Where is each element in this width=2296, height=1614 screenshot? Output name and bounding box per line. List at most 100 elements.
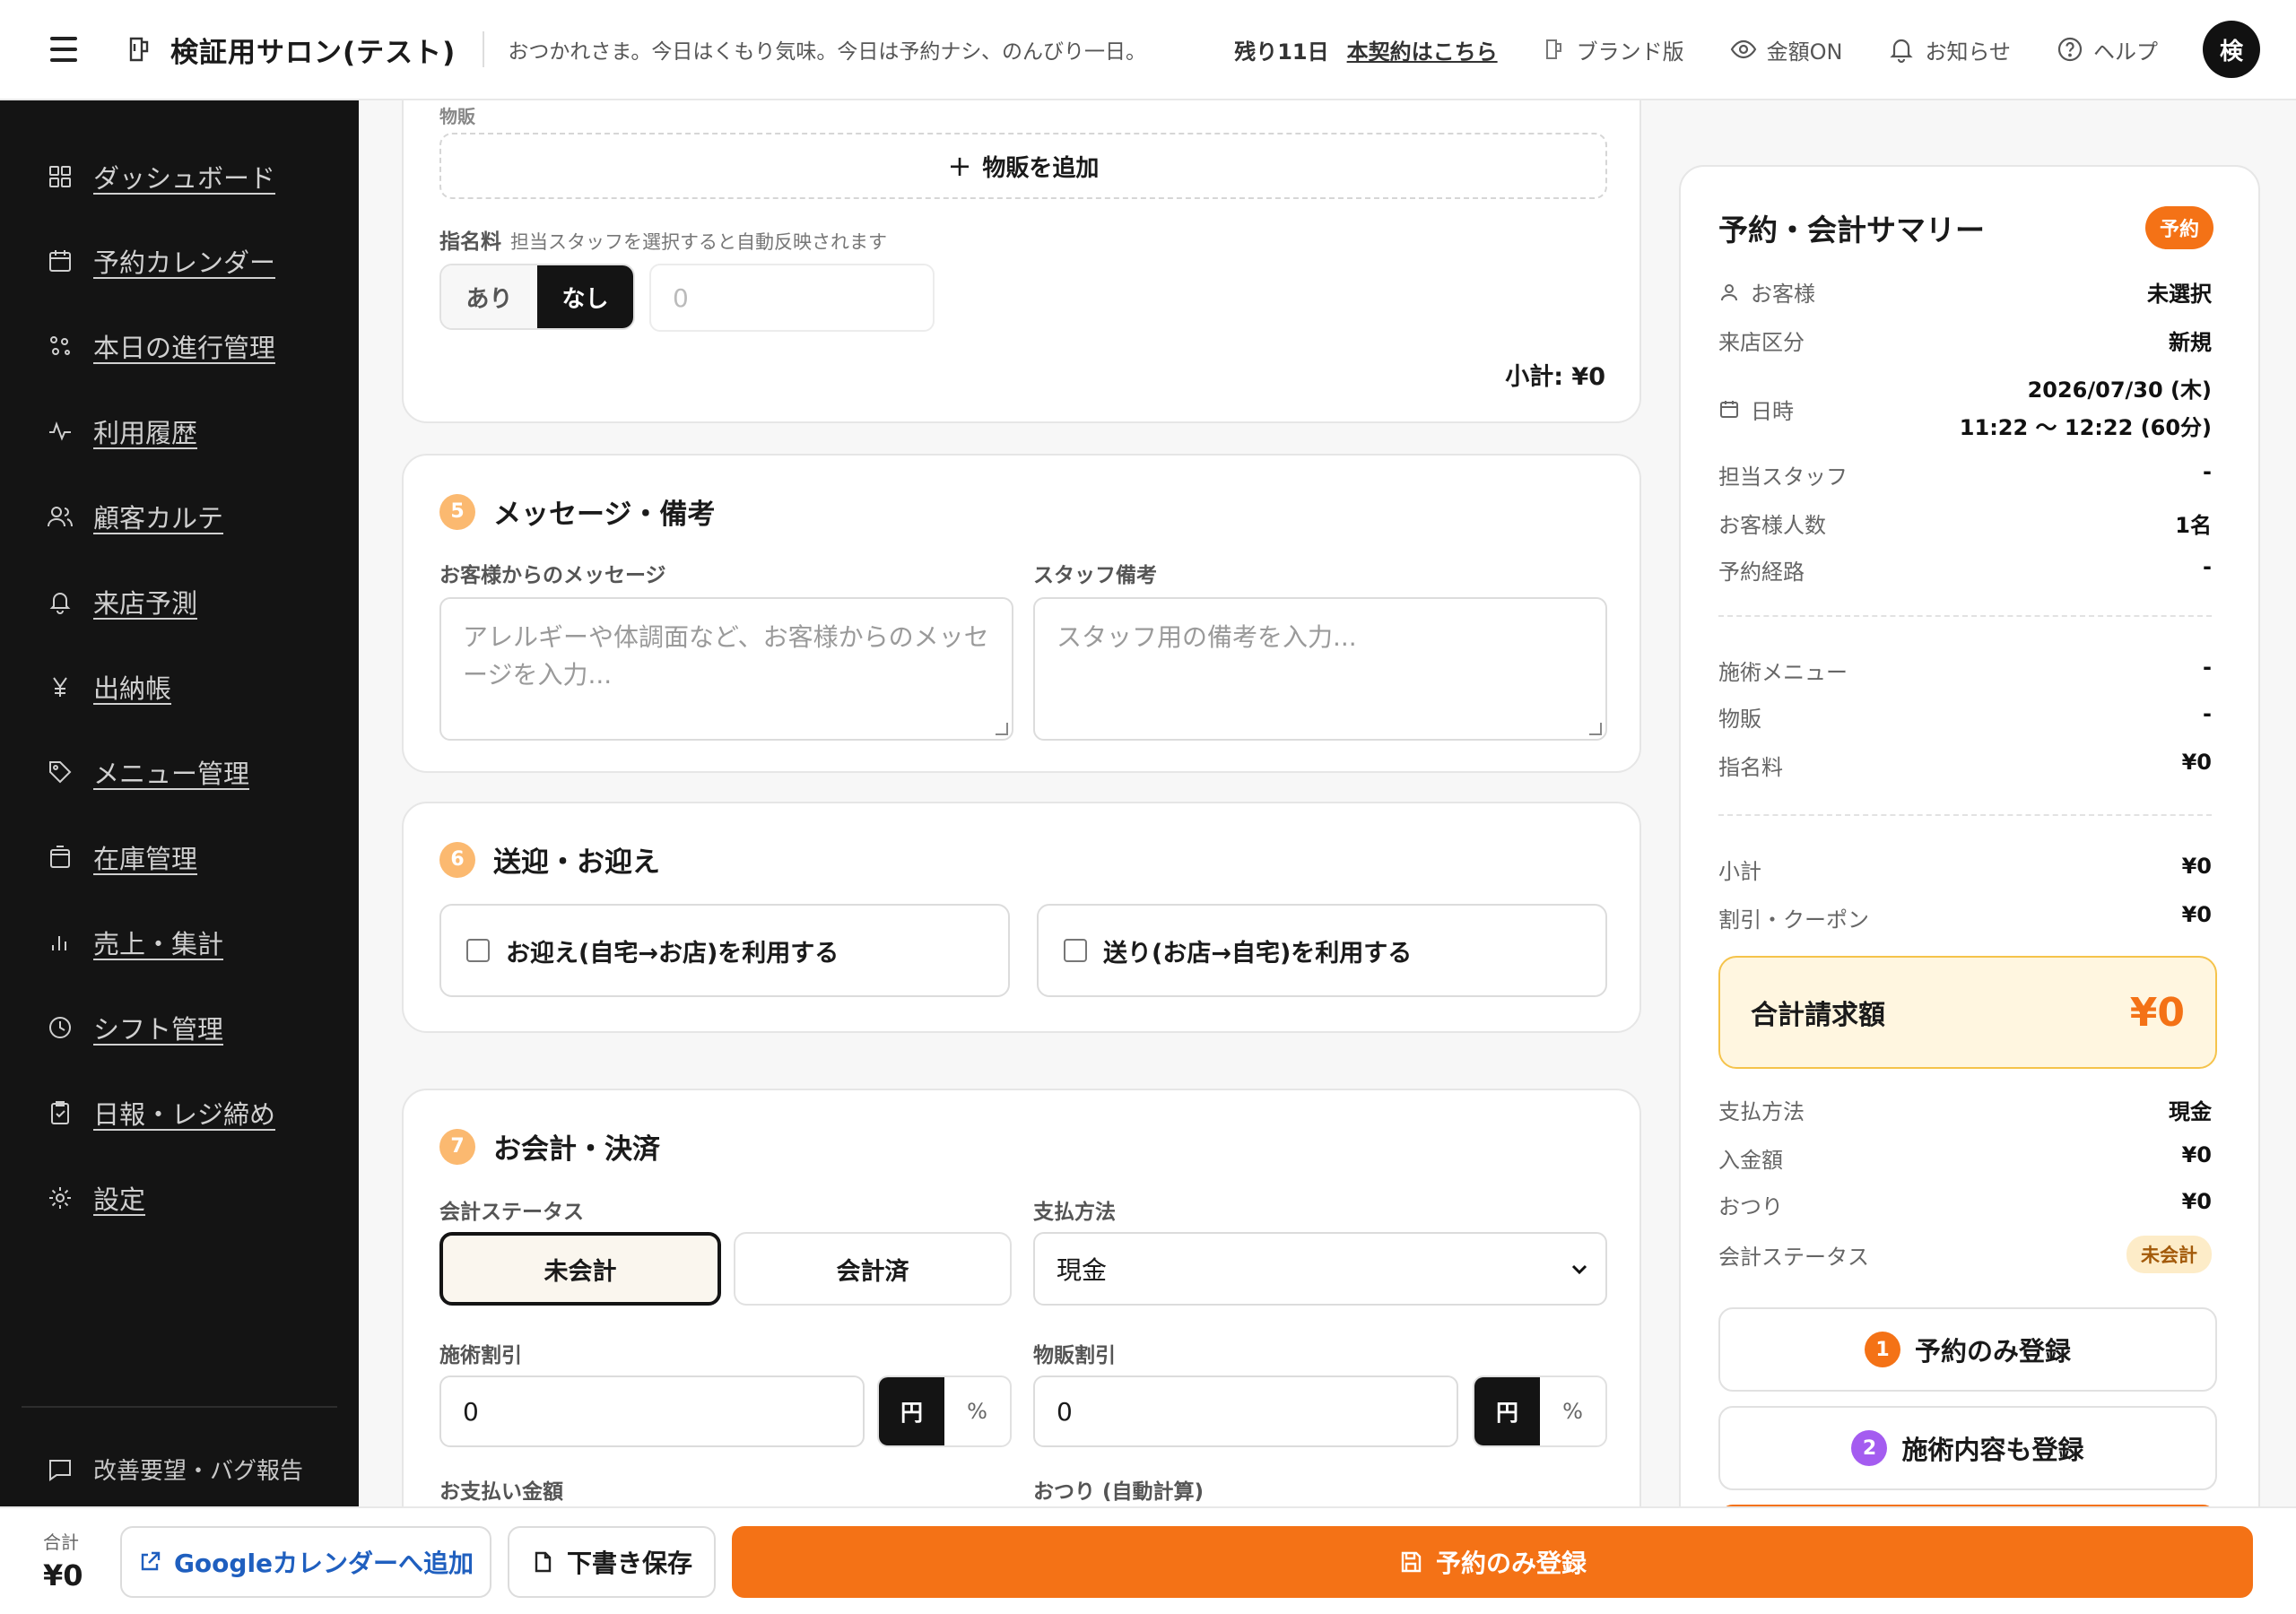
- unit-yen-button[interactable]: 円: [879, 1377, 944, 1445]
- service-discount-input[interactable]: 0: [439, 1375, 865, 1447]
- sidebar: ダッシュボード 予約カレンダー 本日の進行管理 利用履歴 顧客カルテ 来店予測 …: [0, 100, 359, 1506]
- payment-method-label: 支払方法: [1033, 1201, 1116, 1224]
- notifications-label: お知らせ: [1925, 39, 2011, 65]
- dropoff-checkbox-option[interactable]: 送り(お店→自宅)を利用する: [1037, 904, 1607, 997]
- goods-discount-unit-toggle: 円 %: [1473, 1375, 1607, 1447]
- grid-icon: [49, 166, 71, 187]
- sidebar-item-ledger[interactable]: 出納帳: [47, 668, 171, 706]
- nomination-label-text: 指名料: [439, 230, 501, 254]
- sidebar-item-label: 顧客カルテ: [93, 503, 224, 534]
- chat-icon: [49, 1459, 71, 1481]
- section-number-badge: 6: [439, 841, 475, 878]
- upgrade-link[interactable]: 本契約はこちら: [1347, 34, 1498, 65]
- staff-note-label: スタッフ備考: [1033, 564, 1157, 587]
- service-discount-unit-toggle: 円 %: [877, 1375, 1012, 1447]
- sidebar-item-label: 設定: [93, 1184, 146, 1215]
- sidebar-item-progress[interactable]: 本日の進行管理: [47, 327, 275, 365]
- google-calendar-button[interactable]: Googleカレンダーへ追加: [120, 1526, 491, 1598]
- sidebar-item-label: 利用履歴: [93, 418, 198, 448]
- summary-method-value: 現金: [2169, 1099, 2212, 1124]
- staff-note-textarea[interactable]: スタッフ用の備考を入力...: [1033, 597, 1607, 741]
- summary-time-value: 11:22 〜 12:22 (60分): [1959, 415, 2212, 440]
- greeting-text: おつかれさま。今日はくもり気味。今日は予約ナシ、のんびり一日。: [508, 40, 1146, 64]
- sidebar-item-label: 日報・レジ締め: [93, 1099, 276, 1130]
- dropoff-label: 送り(お店→自宅)を利用する: [1103, 939, 1413, 968]
- nomination-no-button[interactable]: なし: [537, 265, 633, 328]
- unit-yen-button[interactable]: 円: [1474, 1377, 1540, 1445]
- help-button[interactable]: ヘルプ: [2056, 34, 2158, 65]
- section-7-title: 7 お会計・決済: [439, 1126, 660, 1167]
- status-unpaid-button[interactable]: 未会計: [439, 1232, 721, 1306]
- dropoff-checkbox[interactable]: [1064, 939, 1087, 962]
- sidebar-item-customers[interactable]: 顧客カルテ: [47, 498, 223, 535]
- pickup-checkbox-option[interactable]: お迎え(自宅→お店)を利用する: [439, 904, 1010, 997]
- summary-separator: [1718, 615, 2212, 617]
- resize-handle[interactable]: [996, 723, 1008, 735]
- sidebar-item-history[interactable]: 利用履歴: [47, 412, 197, 450]
- summary-total-value: ¥0: [2129, 989, 2185, 1036]
- sidebar-item-calendar[interactable]: 予約カレンダー: [47, 242, 275, 280]
- goods-subtotal: 小計: ¥0: [1505, 363, 1605, 391]
- customer-message-textarea[interactable]: アレルギーや体調面など、お客様からのメッセージを入力...: [439, 597, 1013, 741]
- sidebar-item-inventory[interactable]: 在庫管理: [47, 838, 197, 876]
- summary-subtotal-row: 小計 ¥0: [1718, 854, 2212, 885]
- sidebar-item-dashboard[interactable]: ダッシュボード: [47, 158, 275, 195]
- unit-percent-button[interactable]: %: [944, 1377, 1010, 1445]
- user-avatar[interactable]: 検: [2203, 21, 2260, 78]
- summary-datetime-value: 2026/07/30 (木) 11:22 〜 12:22 (60分): [1960, 371, 2212, 447]
- payment-method-select[interactable]: 現金: [1033, 1232, 1607, 1306]
- messages-card: 5 メッセージ・備考 お客様からのメッセージ スタッフ備考 アレルギーや体調面な…: [402, 454, 1641, 773]
- summary-visit-type-row: 来店区分 新規: [1718, 325, 2212, 356]
- summary-staff-value: -: [2203, 459, 2212, 484]
- sidebar-item-menu[interactable]: メニュー管理: [47, 753, 249, 791]
- submit-reservation-button[interactable]: 予約のみ登録: [732, 1526, 2253, 1598]
- register-with-treatment-button[interactable]: 2 施術内容も登録: [1718, 1406, 2217, 1490]
- summary-staff-key: 担当スタッフ: [1718, 464, 1848, 490]
- feedback-link[interactable]: 改善要望・バグ報告: [47, 1453, 303, 1486]
- summary-discount-value: ¥0: [2181, 902, 2212, 927]
- amount-toggle-button[interactable]: 金額ON: [1729, 34, 1842, 65]
- sidebar-item-shift[interactable]: シフト管理: [47, 1009, 223, 1046]
- submit-reservation-label: 予約のみ登録: [1435, 1549, 1587, 1578]
- sidebar-item-daily-report[interactable]: 日報・レジ締め: [47, 1094, 275, 1132]
- calendar-icon: [49, 250, 71, 272]
- tag-icon: [49, 761, 72, 784]
- brand-version-button[interactable]: ブランド版: [1539, 34, 1684, 65]
- resize-handle[interactable]: [1589, 723, 1602, 735]
- sidebar-item-label: 売上・集計: [93, 929, 224, 959]
- external-link-icon: [141, 1551, 161, 1571]
- nomination-label: 指名料 担当スタッフを選択すると自動反映されます: [439, 224, 887, 255]
- add-goods-button[interactable]: + 物販を追加: [439, 133, 1607, 199]
- register-reservation-only-label: 予約のみ登録: [1914, 1336, 2071, 1367]
- bottom-total-value: ¥0: [43, 1558, 83, 1592]
- sidebar-item-forecast[interactable]: 来店予測: [47, 583, 197, 620]
- nomination-amount-input[interactable]: 0: [649, 264, 935, 332]
- summary-menu-key: 施術メニュー: [1718, 660, 1848, 685]
- unit-percent-button[interactable]: %: [1540, 1377, 1605, 1445]
- bell-icon: [49, 593, 71, 614]
- goods-discount-label: 物販割引: [1033, 1344, 1116, 1367]
- summary-guests-key: お客様人数: [1718, 513, 1826, 538]
- payment-method-value: 現金: [1057, 1255, 1108, 1285]
- save-draft-button[interactable]: 下書き保存: [508, 1526, 716, 1598]
- sidebar-divider: [22, 1406, 337, 1408]
- sidebar-item-settings[interactable]: 設定: [47, 1179, 145, 1217]
- goods-discount-input[interactable]: 0: [1033, 1375, 1458, 1447]
- summary-datetime-key: 日時: [1751, 398, 1794, 424]
- sidebar-item-sales[interactable]: 売上・集計: [47, 924, 223, 961]
- summary-discount-key: 割引・クーポン: [1718, 907, 1869, 933]
- header-divider: [483, 31, 485, 67]
- summary-discount-row: 割引・クーポン ¥0: [1718, 902, 2212, 933]
- summary-total-key: 合計請求額: [1751, 1000, 1885, 1031]
- register-reservation-only-button[interactable]: 1 予約のみ登録: [1718, 1307, 2217, 1392]
- notifications-button[interactable]: お知らせ: [1887, 34, 2011, 65]
- pickup-checkbox[interactable]: [466, 939, 490, 962]
- summary-panel: 予約・会計サマリー 予約 お客様 未選択 来店区分 新規 日時 2026/07/…: [1679, 165, 2260, 1564]
- menu-toggle-button[interactable]: [50, 31, 86, 67]
- feedback-label: 改善要望・バグ報告: [93, 1458, 304, 1485]
- status-paid-button[interactable]: 会計済: [734, 1232, 1012, 1306]
- summary-change-key: おつり: [1718, 1194, 1783, 1219]
- summary-goods-key: 物販: [1718, 707, 1761, 732]
- eye-icon: [1730, 39, 1756, 59]
- nomination-yes-button[interactable]: あり: [441, 265, 537, 328]
